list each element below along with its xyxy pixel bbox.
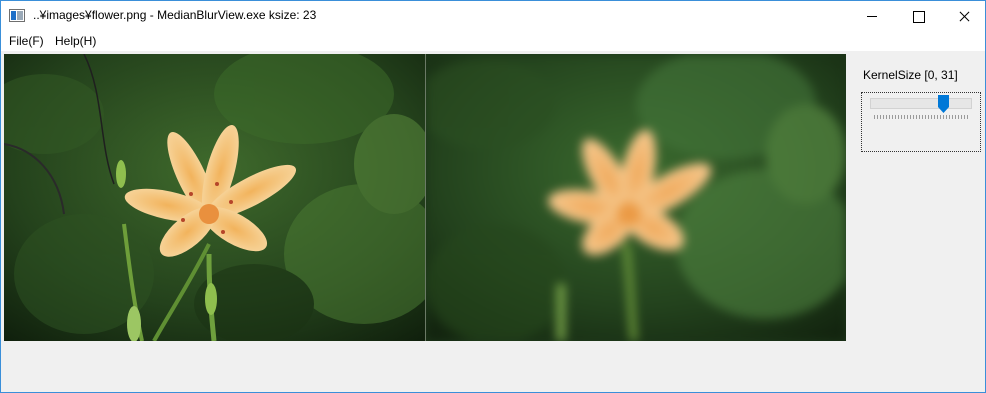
kernel-size-label: KernelSize [0, 31] [863, 68, 958, 82]
maximize-icon[interactable] [895, 1, 941, 31]
blurred-image [426, 54, 846, 341]
menu-file[interactable]: File(F) [9, 34, 44, 48]
app-window: ..¥images¥flower.png - MedianBlurView.ex… [0, 0, 986, 393]
window-title: ..¥images¥flower.png - MedianBlurView.ex… [33, 8, 317, 22]
menu-help[interactable]: Help(H) [55, 34, 96, 48]
image-display [4, 54, 846, 341]
menu-bar: File(F) Help(H) [1, 31, 985, 51]
slider-thumb[interactable] [937, 95, 949, 113]
slider-ticks [874, 115, 970, 119]
title-bar[interactable]: ..¥images¥flower.png - MedianBlurView.ex… [1, 1, 985, 31]
original-image [4, 54, 425, 341]
close-icon[interactable] [941, 1, 986, 31]
slider-track[interactable] [870, 98, 972, 109]
app-icon[interactable] [9, 9, 25, 22]
kernel-size-slider[interactable] [861, 92, 981, 152]
minimize-icon[interactable] [849, 1, 895, 31]
